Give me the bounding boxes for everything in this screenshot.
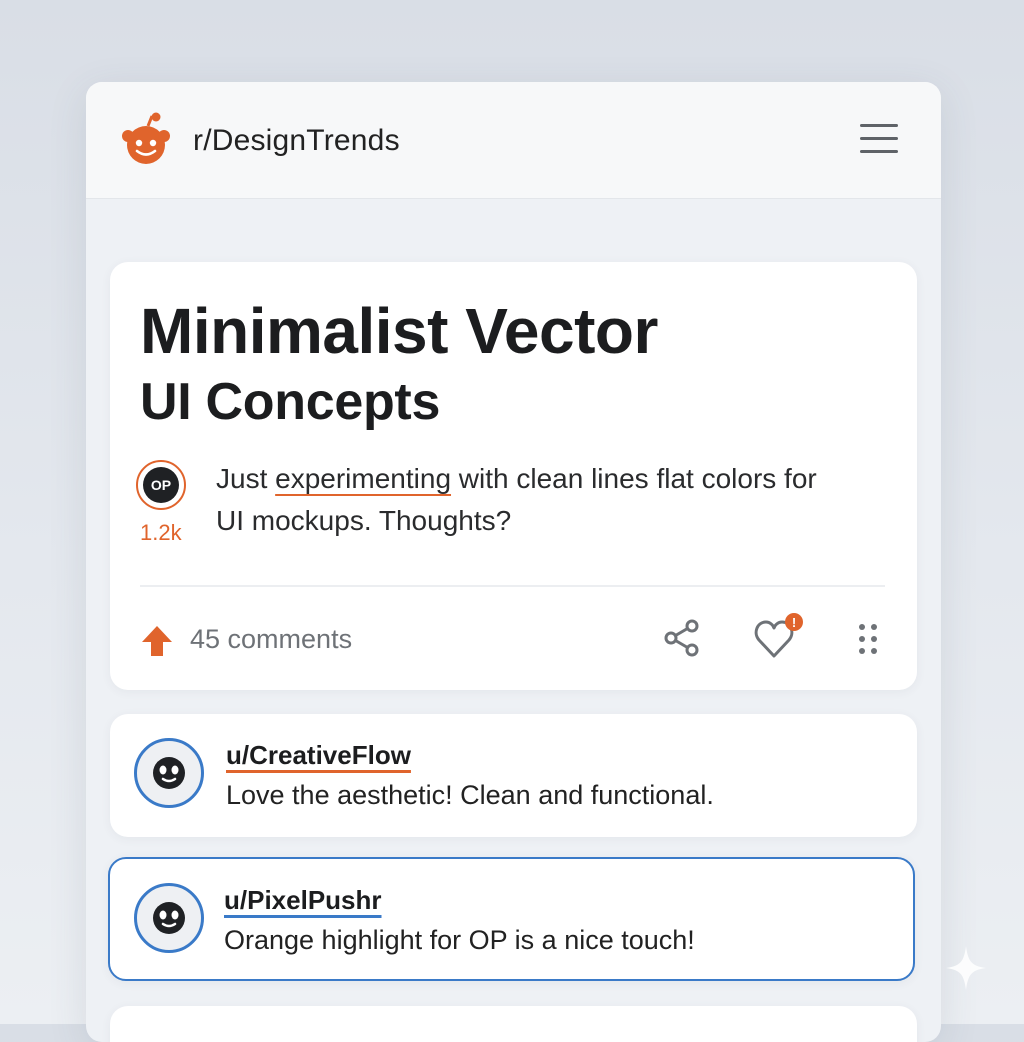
post-title-line2: UI Concepts — [140, 372, 441, 431]
share-icon[interactable] — [662, 618, 702, 658]
app-screen: r/DesignTrends Minimalist Vector UI Conc… — [86, 82, 941, 1042]
op-avatar[interactable]: OP — [136, 460, 186, 510]
user-face-icon — [153, 902, 185, 934]
comment-username[interactable]: u/CreativeFlow — [226, 740, 411, 771]
post-title: Minimalist Vector UI Concepts — [140, 292, 658, 435]
op-badge: OP — [143, 467, 179, 503]
comment-username[interactable]: u/PixelPushr — [224, 885, 382, 916]
post-title-line1: Minimalist Vector — [140, 295, 658, 367]
post-body-start: Just — [216, 463, 276, 494]
post-divider — [140, 585, 885, 587]
post-card: Minimalist Vector UI Concepts OP 1.2k Ju… — [110, 262, 917, 690]
user-avatar[interactable] — [134, 738, 204, 808]
post-body: Just experimenting with clean lines flat… — [216, 458, 836, 542]
comment-card-selected[interactable]: u/PixelPushr Orange highlight for OP is … — [108, 857, 915, 981]
comments-count[interactable]: 45 comments — [190, 624, 352, 655]
comment-text: Orange highlight for OP is a nice touch! — [224, 925, 695, 955]
hamburger-menu-icon[interactable] — [858, 122, 900, 156]
user-avatar[interactable] — [134, 883, 204, 953]
top-bar: r/DesignTrends — [86, 82, 941, 199]
reddit-alien-icon[interactable] — [118, 112, 174, 168]
more-dots-icon[interactable] — [856, 622, 880, 656]
user-face-icon — [153, 757, 185, 789]
sparkle-icon — [946, 946, 986, 990]
subreddit-name[interactable]: r/DesignTrends — [193, 124, 400, 158]
post-body-highlight: experimenting — [275, 463, 452, 494]
notification-badge: ! — [792, 615, 796, 630]
comment-text: Love the aesthetic! Clean and functional… — [226, 780, 714, 810]
next-comment-card[interactable] — [110, 1006, 917, 1042]
comment-card[interactable]: u/CreativeFlow Love the aesthetic! Clean… — [110, 714, 917, 837]
heart-icon[interactable]: ! — [754, 612, 810, 660]
post-score: 1.2k — [140, 520, 182, 545]
upvote-arrow-icon[interactable] — [140, 624, 174, 658]
